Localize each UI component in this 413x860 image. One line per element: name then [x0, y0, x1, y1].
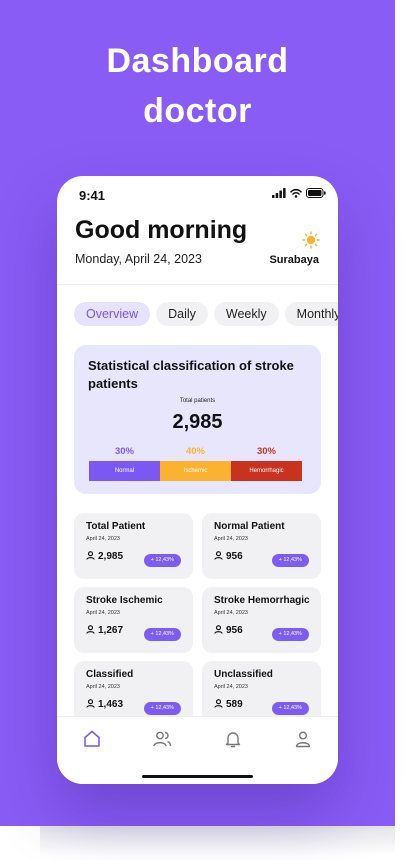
hero-title: Dashboard doctor — [0, 36, 395, 136]
home-icon[interactable] — [82, 729, 102, 749]
classification-percentages: 30% 40% 30% — [89, 446, 302, 457]
user-icon — [214, 551, 223, 560]
card-normal-patient[interactable]: Normal Patient April 24, 2023 956 + 12,4… — [202, 513, 321, 579]
status-icons — [272, 188, 326, 198]
card-title: Classified — [86, 669, 134, 680]
card-title: Total Patient — [86, 521, 146, 532]
growth-badge: + 12,43% — [143, 702, 181, 715]
profile-icon[interactable] — [293, 729, 313, 749]
card-date: April 24, 2023 — [86, 610, 120, 616]
hemorrhagic-segment: Hemorrhagic — [231, 461, 302, 481]
card-title: Unclassified — [214, 669, 273, 680]
card-count: 1,267 — [98, 625, 124, 636]
card-date: April 24, 2023 — [86, 684, 120, 690]
users-icon[interactable] — [152, 729, 172, 749]
card-stroke-ischemic[interactable]: Stroke Ischemic April 24, 2023 1,267 + 1… — [74, 587, 193, 653]
ischemic-percent: 40% — [185, 446, 205, 457]
card-count: 956 — [226, 625, 243, 636]
total-patients-label: Total patients — [179, 398, 216, 404]
sun-icon — [302, 231, 320, 249]
card-stroke-hemorrhagic[interactable]: Stroke Hemorrhagic April 24, 2023 956 + … — [202, 587, 321, 653]
growth-badge: + 12,43% — [143, 628, 181, 641]
ischemic-segment: Ischemic — [160, 461, 231, 481]
card-date: April 24, 2023 — [86, 536, 120, 542]
hero-title-line1: Dashboard — [106, 42, 289, 80]
stat-card-title: Statistical classification of stroke pat… — [88, 358, 294, 391]
card-date: April 24, 2023 — [214, 684, 248, 690]
card-title: Stroke Hemorrhagic — [214, 595, 310, 606]
period-tabs: Overview Daily Weekly Monthly — [74, 302, 338, 326]
growth-badge: + 12,43% — [271, 628, 309, 641]
user-icon — [86, 699, 95, 708]
greeting-title: Good morning — [75, 216, 248, 244]
normal-segment: Normal — [89, 461, 160, 481]
user-icon — [86, 625, 95, 634]
growth-badge: + 12,43% — [271, 702, 309, 715]
hemorrhagic-percent: 30% — [256, 446, 276, 457]
tab-monthly[interactable]: Monthly — [284, 302, 338, 326]
hero-title-line2: doctor — [143, 92, 252, 130]
card-title: Normal Patient — [214, 521, 285, 532]
bottom-nav — [57, 716, 338, 784]
tab-overview[interactable]: Overview — [74, 302, 151, 326]
classification-bar: Normal Ischemic Hemorrhagic — [89, 461, 302, 481]
growth-badge: + 12,43% — [271, 554, 309, 567]
battery-icon — [306, 188, 326, 198]
status-bar: 9:41 — [57, 176, 338, 212]
tab-weekly[interactable]: Weekly — [213, 302, 279, 326]
card-date: April 24, 2023 — [214, 610, 248, 616]
user-icon — [86, 551, 95, 560]
card-count: 1,463 — [98, 699, 124, 710]
total-patients-value: 2,985 — [172, 411, 223, 433]
status-time: 9:41 — [79, 188, 106, 203]
card-title: Stroke Ischemic — [86, 595, 163, 606]
signal-icon — [272, 188, 286, 198]
card-count: 589 — [226, 699, 243, 710]
phone-shadow — [40, 826, 395, 856]
card-date: April 24, 2023 — [214, 536, 248, 542]
phone-mockup: 9:41 Good morning Monday, April 24, 2023… — [57, 176, 338, 784]
card-count: 956 — [226, 551, 243, 562]
card-total-patient[interactable]: Total Patient April 24, 2023 2,985 + 12,… — [74, 513, 193, 579]
page: Dashboard doctor 9:41 Good morning Monda… — [0, 0, 413, 860]
wifi-icon — [290, 188, 302, 198]
bell-icon[interactable] — [223, 729, 243, 749]
stroke-classification-card[interactable]: Statistical classification of stroke pat… — [74, 345, 321, 494]
home-indicator[interactable] — [142, 775, 253, 778]
user-icon — [214, 699, 223, 708]
header-date: Monday, April 24, 2023 — [75, 252, 202, 266]
user-icon — [214, 625, 223, 634]
card-count: 2,985 — [98, 551, 124, 562]
growth-badge: + 12,43% — [143, 554, 181, 567]
header-divider — [57, 284, 338, 285]
tab-daily[interactable]: Daily — [156, 302, 208, 326]
normal-percent: 30% — [114, 446, 134, 457]
city-label: Surabaya — [269, 254, 319, 266]
